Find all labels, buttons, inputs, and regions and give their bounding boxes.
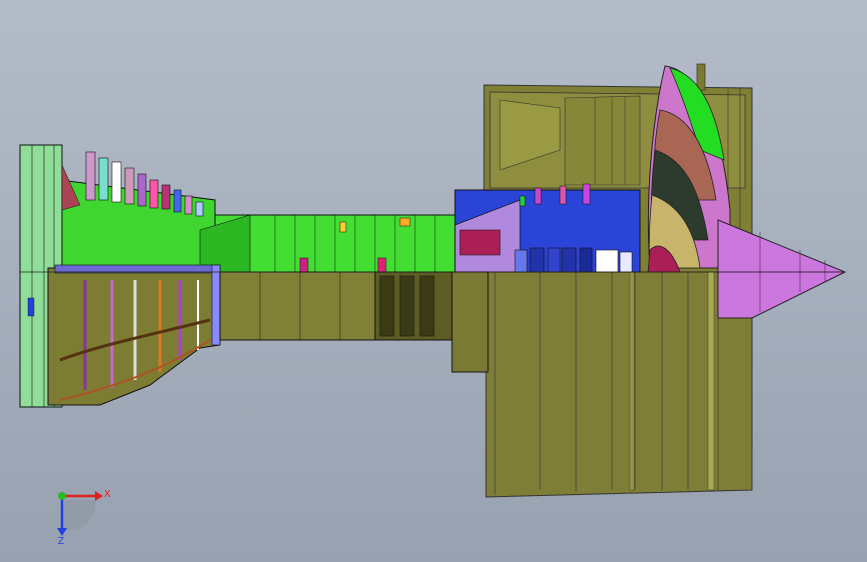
triad-shadow-icon <box>62 500 96 532</box>
coordinate-triad-icon: X Z <box>57 489 111 547</box>
y-axis-origin-icon <box>58 492 66 500</box>
x-axis-label: X <box>104 489 111 500</box>
z-axis-label: Z <box>58 536 64 547</box>
z-arrowhead-icon <box>57 528 67 536</box>
x-arrowhead-icon <box>95 491 103 501</box>
graphics-viewport[interactable]: X Z <box>0 0 867 562</box>
